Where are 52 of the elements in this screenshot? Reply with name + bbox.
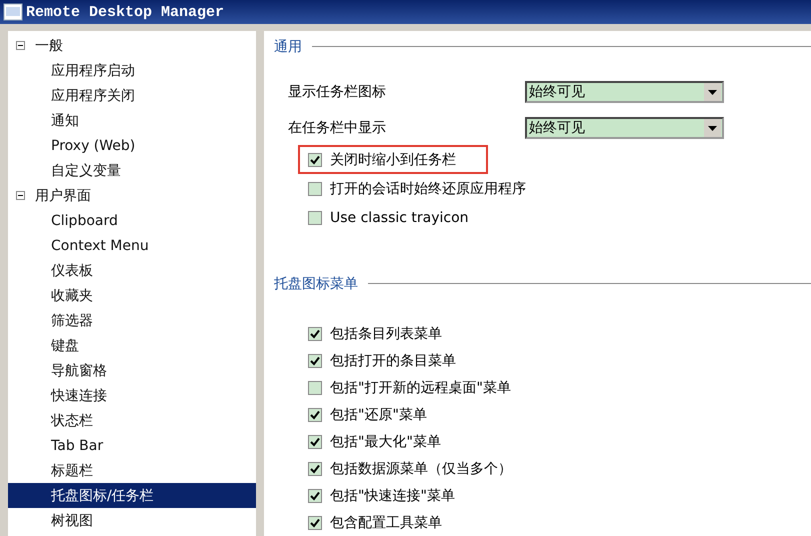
checkbox[interactable]	[308, 380, 322, 394]
tree-item[interactable]: 通知	[8, 108, 256, 133]
collapse-icon[interactable]	[16, 191, 25, 200]
checkbox[interactable]	[308, 488, 322, 502]
tree-item[interactable]: Clipboard	[8, 208, 256, 233]
checkbox-label: Use classic trayicon	[330, 210, 469, 226]
tree-item[interactable]: 一般	[8, 33, 256, 58]
checkbox[interactable]	[308, 152, 322, 166]
checkbox-label: 包括"快速连接"菜单	[330, 486, 455, 504]
tree-item[interactable]: 用户界面	[8, 183, 256, 208]
checkbox-label: 包括数据源菜单（仅当多个）	[330, 460, 512, 478]
checkbox-label: 包括"还原"菜单	[330, 406, 427, 424]
tree-item[interactable]: 标题栏	[8, 458, 256, 483]
checkbox[interactable]	[308, 326, 322, 340]
collapse-icon[interactable]	[16, 41, 25, 50]
dropdown[interactable]: 始终可见	[525, 81, 724, 103]
checkbox-label: 打开的会话时始终还原应用程序	[330, 180, 526, 198]
checkbox-label: 包括"打开新的远程桌面"菜单	[330, 378, 511, 396]
tree-item[interactable]: 仪表板	[8, 258, 256, 283]
tree-item[interactable]: 状态栏	[8, 408, 256, 433]
tree-item[interactable]: 快速连接	[8, 383, 256, 408]
tree-item[interactable]: 应用程序关闭	[8, 83, 256, 108]
window-icon	[3, 3, 23, 21]
checkbox[interactable]	[308, 354, 322, 368]
tree-item[interactable]: 导航窗格	[8, 358, 256, 383]
tree-item[interactable]: 自定义变量	[8, 158, 256, 183]
tree-item[interactable]: 键盘	[8, 333, 256, 358]
window-title: Remote Desktop Manager	[26, 4, 224, 20]
tree-item[interactable]: 筛选器	[8, 308, 256, 333]
tree-item[interactable]: 树视图	[8, 508, 256, 533]
tree-item[interactable]: Context Menu	[8, 233, 256, 258]
checkbox[interactable]	[308, 434, 322, 448]
checkbox-label: 包含配置工具菜单	[330, 514, 442, 532]
checkbox-label: 包括"最大化"菜单	[330, 432, 441, 450]
checkbox[interactable]	[308, 408, 322, 422]
dropdown[interactable]: 始终可见	[525, 117, 724, 139]
checkbox[interactable]	[308, 462, 322, 476]
field-label: 在任务栏中显示	[288, 119, 387, 137]
checkbox[interactable]	[308, 516, 322, 530]
checkbox[interactable]	[308, 182, 322, 196]
section-title: 通用	[274, 38, 302, 56]
tree-item[interactable]: Proxy (Web)	[8, 133, 256, 158]
tree-item[interactable]: 应用程序启动	[8, 58, 256, 83]
tree-item[interactable]: 收藏夹	[8, 283, 256, 308]
section-title: 托盘图标菜单	[274, 275, 358, 293]
field-label: 显示任务栏图标	[288, 83, 387, 101]
checkbox-label: 包括打开的条目菜单	[330, 352, 456, 370]
tree-item[interactable]: Tab Bar	[8, 433, 256, 458]
checkbox-label: 包括条目列表菜单	[330, 324, 442, 342]
checkbox-label: 关闭时缩小到任务栏	[330, 150, 456, 168]
tree-item[interactable]: 托盘图标/任务栏	[8, 483, 256, 508]
checkbox[interactable]	[308, 210, 322, 224]
